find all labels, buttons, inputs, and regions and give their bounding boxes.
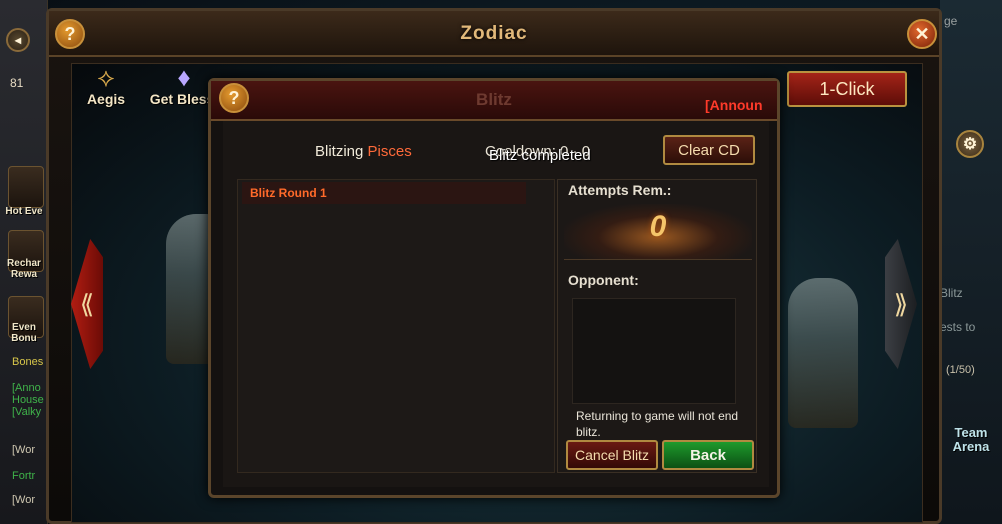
attempts-display: 0 (564, 204, 752, 260)
aegis-icon: ⟡ (97, 62, 115, 92)
back-button[interactable]: Back (662, 440, 754, 470)
blitzing-status: Blitzing Pisces (315, 143, 412, 160)
opponent-portrait (572, 298, 736, 404)
zodiac-title: Zodiac (460, 23, 528, 44)
help-icon[interactable]: ? (55, 19, 85, 49)
chat-line: [Valky (12, 406, 42, 418)
chat-line: [Wor (12, 444, 36, 456)
clear-cd-button[interactable]: Clear CD (663, 135, 755, 165)
aegis-label: Aegis (86, 91, 126, 107)
chat-line: [Anno (12, 382, 41, 394)
hot-events-label: Hot Eve (5, 206, 43, 217)
blitz-title-bar: Blitz [Announ (211, 81, 777, 121)
quests-fragment: ests to (940, 320, 976, 334)
chat-line: House (12, 394, 44, 406)
chat-line: Fortr (12, 470, 36, 482)
round-row: Blitz Round 1 (242, 182, 526, 204)
blitz-completed-text: Blitz completed (489, 147, 591, 164)
level-badge: 81 (10, 76, 24, 90)
gear-icon[interactable]: ⚙ (956, 130, 984, 158)
sound-icon[interactable]: ◂ (6, 28, 30, 52)
zodiac-title-bar: Zodiac (49, 11, 939, 57)
opponent-label: Opponent: (568, 272, 639, 288)
chat-line: Bones (12, 356, 44, 368)
hot-events-icon[interactable] (8, 166, 44, 208)
recharge-rewards-label: Rechar Rewa (7, 258, 41, 280)
blitz-dialog: Blitz [Announ ? Blitzing Pisces Cooldown… (208, 78, 780, 498)
announcement-ticker: [Announ (705, 97, 763, 113)
aegis-button[interactable]: ⟡ Aegis (75, 63, 137, 111)
blitz-help-icon[interactable]: ? (219, 83, 249, 113)
return-note: Returning to game will not end blitz. (576, 409, 739, 439)
one-click-button[interactable]: 1-Click (787, 71, 907, 107)
left-sidebar: ◂ 81 Hot Eve Rechar Rewa Even Bonu Bones… (0, 0, 48, 524)
blitz-info-panel: Attempts Rem.: 0 Opponent: Returning to … (557, 179, 757, 473)
counter-text: (1/50) (946, 364, 975, 376)
zodiac-sign: Pisces (367, 143, 412, 160)
blitz-body: Blitzing Pisces Cooldown: 0 · 0 Blitz co… (223, 121, 769, 487)
attempts-value: 0 (649, 210, 667, 243)
blitz-title: Blitz (476, 90, 512, 109)
rounds-list: Blitz Round 1 (237, 179, 555, 473)
search-fragment[interactable]: ge (944, 14, 957, 28)
close-icon[interactable]: ✕ (907, 19, 937, 49)
attempts-label: Attempts Rem.: (568, 182, 672, 198)
right-sidebar: ge ⚙ Blitz ests to (1/50) Team Arena (940, 0, 1002, 524)
event-bonus-label: Even Bonu (11, 322, 37, 344)
blitzing-prefix: Blitzing (315, 143, 364, 160)
zodiac-tower (788, 278, 858, 428)
team-arena-button[interactable]: Team Arena (942, 426, 1000, 454)
cancel-blitz-button[interactable]: Cancel Blitz (566, 440, 658, 470)
chat-line: [Wor (12, 494, 36, 506)
blitz-fragment: Blitz (940, 286, 963, 300)
